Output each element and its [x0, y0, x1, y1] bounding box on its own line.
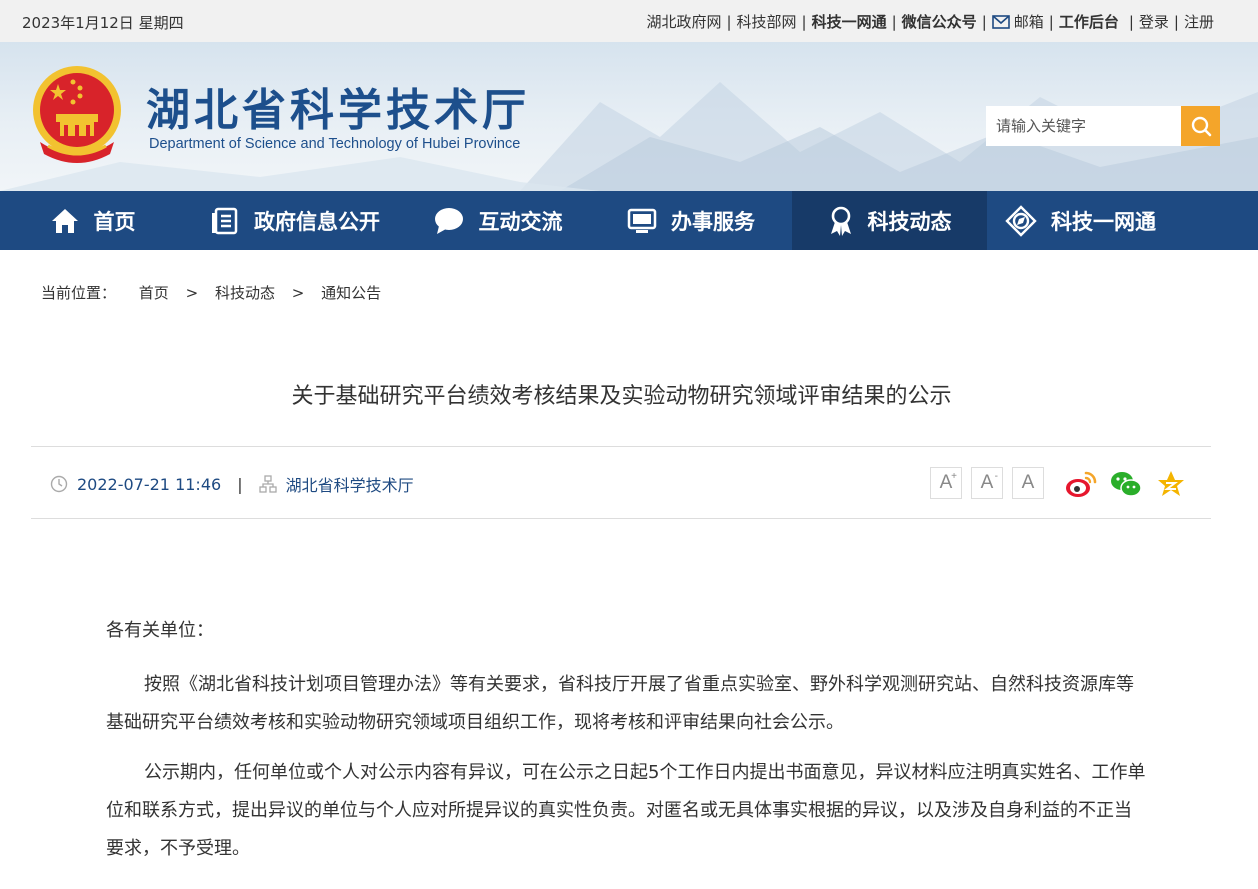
divider: | — [981, 12, 987, 31]
breadcrumb-home[interactable]: 首页 — [139, 284, 169, 302]
divider: | — [891, 12, 897, 31]
paragraph: 按照《湖北省科技计划项目管理办法》等有关要求，省科技厅开展了省重点实验室、野外科… — [106, 674, 1134, 733]
nav-item-services[interactable]: 办事服务 — [590, 191, 792, 250]
salutation: 各有关单位： — [106, 620, 214, 641]
article-body: 各有关单位： 按照《湖北省科技计划项目管理办法》等有关要求，省科技厅开展了省重点… — [106, 612, 1146, 868]
font-button-label: A — [1021, 472, 1035, 493]
header-banner: 湖北省科学技术厅 Department of Science and Techn… — [0, 42, 1258, 191]
login-link[interactable]: 登录 — [1139, 11, 1169, 32]
article-meta: 2022-07-21 11:46 | 湖北省科学技术厅 — [50, 472, 414, 496]
search-icon — [1191, 116, 1211, 137]
divider: | — [237, 474, 243, 494]
breadcrumb: 当前位置： 首页 > 科技动态 > 通知公告 — [41, 282, 381, 303]
nav-label: 科技动态 — [867, 209, 952, 234]
top-bar: 2023年1月12日 星期四 湖北政府网 | 科技部网 | 科技一网通 | 微信… — [0, 0, 1258, 42]
monitor-icon — [627, 208, 657, 233]
article-source: 湖北省科学技术厅 — [285, 476, 414, 495]
search-box — [986, 106, 1220, 146]
link-wechat-account[interactable]: 微信公众号 — [902, 11, 977, 32]
current-date: 2023年1月12日 星期四 — [22, 14, 184, 32]
divider: | — [1048, 12, 1054, 31]
site-title: 湖北省科学技术厅 — [146, 85, 530, 136]
nav-label: 首页 — [93, 209, 136, 234]
font-increase-button[interactable]: A + — [930, 467, 962, 499]
divider: | — [726, 12, 732, 31]
top-links: 湖北政府网 | 科技部网 | 科技一网通 | 微信公众号 | 邮箱 | 工作后台… — [646, 11, 1214, 32]
share-buttons — [1064, 467, 1199, 501]
nav-label: 科技一网通 — [1051, 209, 1156, 234]
nav-item-home[interactable]: 首页 — [0, 191, 185, 250]
nav-label: 互动交流 — [478, 209, 563, 234]
compass-icon — [1005, 204, 1037, 237]
divider: | — [801, 12, 807, 31]
share-qzone-button[interactable] — [1154, 467, 1188, 501]
award-icon — [830, 206, 851, 236]
site-subtitle: Department of Science and Technology of … — [149, 136, 521, 152]
font-size-controls: A + A- A — [930, 467, 1053, 499]
wechat-icon — [1111, 472, 1142, 497]
weibo-icon — [1066, 471, 1097, 497]
link-work-backend[interactable]: 工作后台 — [1059, 11, 1119, 32]
nav-item-sci-news[interactable]: 科技动态 — [792, 191, 987, 250]
document-icon — [212, 207, 238, 234]
divider: | — [1128, 12, 1134, 31]
divider — [31, 446, 1211, 447]
register-link[interactable]: 注册 — [1184, 11, 1214, 32]
national-emblem-icon — [33, 66, 121, 163]
font-decrease-button[interactable]: A- — [971, 467, 1003, 499]
qzone-star-icon — [1158, 471, 1184, 496]
breadcrumb-notices[interactable]: 通知公告 — [321, 284, 381, 302]
link-hubei-gov[interactable]: 湖北政府网 — [646, 11, 721, 32]
organization-icon — [258, 475, 277, 493]
mailbox-label: 邮箱 — [1013, 13, 1044, 31]
font-button-label: A — [980, 472, 994, 493]
nav-label: 办事服务 — [671, 209, 755, 234]
chat-bubble-icon — [434, 207, 463, 234]
paragraph: 公示期内，任何单位或个人对公示内容有异议，可在公示之日起5个工作日内提出书面意见… — [106, 762, 1146, 859]
article-title: 关于基础研究平台绩效考核结果及实验动物研究领域评审结果的公示 — [291, 384, 952, 409]
clock-icon — [50, 475, 68, 493]
nav-item-keji-yiwangtong[interactable]: 科技一网通 — [987, 191, 1258, 250]
link-mailbox[interactable]: 邮箱 — [991, 11, 1044, 32]
link-most[interactable]: 科技部网 — [737, 11, 797, 32]
main-nav: 首页 政府信息公开 互动交流 办事服务 科技动态 科技一网通 — [0, 191, 1258, 250]
publish-date: 2022-07-21 11:46 — [77, 474, 222, 494]
divider — [31, 518, 1211, 519]
divider: | — [1173, 12, 1179, 31]
link-keji-yiwangtong[interactable]: 科技一网通 — [812, 11, 887, 32]
font-reset-button[interactable]: A — [1012, 467, 1044, 499]
search-input[interactable] — [986, 106, 1181, 146]
home-icon — [51, 208, 78, 233]
search-button[interactable] — [1181, 106, 1220, 146]
breadcrumb-separator: > — [291, 284, 305, 302]
mail-icon — [991, 14, 1010, 29]
breadcrumb-separator: > — [185, 284, 199, 302]
nav-label: 政府信息公开 — [254, 209, 380, 234]
share-weibo-button[interactable] — [1064, 467, 1098, 501]
breadcrumb-label: 当前位置： — [41, 284, 117, 302]
nav-item-interaction[interactable]: 互动交流 — [405, 191, 590, 250]
breadcrumb-sci-news[interactable]: 科技动态 — [215, 284, 275, 302]
share-wechat-button[interactable] — [1109, 467, 1143, 501]
nav-item-gov-info[interactable]: 政府信息公开 — [185, 191, 405, 250]
